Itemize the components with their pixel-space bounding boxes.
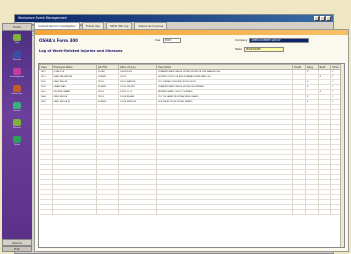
year-label: Year bbox=[155, 39, 161, 42]
sidebar-item-label: Log bbox=[15, 42, 19, 44]
investigation-icon bbox=[13, 68, 21, 75]
sidebar-item-records[interactable]: Records bbox=[2, 51, 32, 65]
injury-icon bbox=[13, 102, 21, 109]
state-field[interactable]: MISSISSIPPI bbox=[243, 47, 284, 52]
form-header: OSHA's Form 300 Log of Work-Related Inju… bbox=[35, 35, 348, 61]
tab-osha-300-log[interactable]: OSHA 300 Log bbox=[105, 22, 133, 29]
sidebar-exit-button[interactable]: Exit bbox=[2, 246, 32, 252]
table-cell bbox=[318, 209, 332, 215]
injury-log-table: Case Employee Name Job Title Date of Injury… bbox=[38, 63, 345, 248]
sidebar-item-log[interactable]: Log bbox=[2, 34, 32, 48]
company-field[interactable]: ABERCROMBIE GROUP bbox=[249, 38, 310, 43]
records-icon bbox=[13, 51, 21, 58]
year-field[interactable]: 2003 bbox=[162, 38, 181, 43]
year-field-group: Year 2003 bbox=[155, 38, 181, 43]
table-cell bbox=[156, 209, 294, 215]
sidebar-item-label: Records bbox=[13, 59, 21, 61]
reports-icon bbox=[13, 119, 21, 126]
sidebar-header[interactable]: Home bbox=[2, 23, 32, 31]
sidebar-item-setup[interactable]: Setup bbox=[2, 136, 32, 150]
table-cell bbox=[39, 209, 53, 215]
minimize-button[interactable] bbox=[314, 16, 319, 21]
sidebar-item-injuries[interactable]: Injuries bbox=[2, 102, 32, 116]
table-cell bbox=[52, 209, 97, 215]
table-cell bbox=[96, 209, 120, 215]
main-panel: OSHA's Form 300 Log of Work-Related Inju… bbox=[34, 29, 349, 252]
form-title: OSHA's Form 300 bbox=[39, 38, 78, 43]
setup-icon bbox=[13, 136, 21, 143]
sidebar-item-label: Setup bbox=[14, 144, 20, 146]
table-row-empty[interactable] bbox=[39, 209, 344, 215]
sidebar-item-follow-ups[interactable]: Follow Ups bbox=[2, 85, 32, 99]
vertical-scrollbar[interactable] bbox=[340, 64, 344, 247]
state-label: State bbox=[235, 48, 242, 51]
title-bar: Workplace Event Management bbox=[15, 15, 333, 22]
sidebar-item-label: Investigations bbox=[9, 76, 25, 78]
table-cell bbox=[292, 209, 306, 215]
tab-follow-ups[interactable]: Follow Ups bbox=[81, 22, 104, 29]
sidebar-item-reports[interactable]: Reports bbox=[2, 119, 32, 133]
state-field-group: State MISSISSIPPI bbox=[235, 47, 284, 52]
tab-incident-record-investigation[interactable]: Incident Record Investigation bbox=[34, 22, 80, 29]
sidebar-item-label: Follow Ups bbox=[11, 93, 23, 95]
sidebar-item-investigations[interactable]: Investigations bbox=[2, 68, 32, 82]
table-cell bbox=[305, 209, 319, 215]
maximize-button[interactable] bbox=[320, 16, 325, 21]
sidebar-item-label: Injuries bbox=[13, 110, 21, 112]
close-button[interactable] bbox=[326, 16, 331, 21]
tab-claims-and-injuries[interactable]: Claims and Injuries bbox=[134, 22, 168, 29]
followup-icon bbox=[13, 85, 21, 92]
company-label: Company bbox=[235, 39, 248, 42]
sidebar-options-button[interactable]: Options bbox=[2, 239, 32, 246]
table-cell bbox=[118, 209, 158, 215]
tab-bar: Incident Record Investigation Follow Ups O… bbox=[34, 22, 349, 29]
form-subtitle: Log of Work-Related Injuries and Illness… bbox=[39, 49, 123, 53]
sidebar: Home Log Records Investigations Follow Ups I… bbox=[2, 23, 32, 252]
log-icon bbox=[13, 34, 21, 41]
sidebar-item-label: Reports bbox=[13, 127, 21, 129]
window-title: Workplace Event Management bbox=[18, 16, 67, 20]
company-field-group: Company ABERCROMBIE GROUP bbox=[235, 38, 310, 43]
